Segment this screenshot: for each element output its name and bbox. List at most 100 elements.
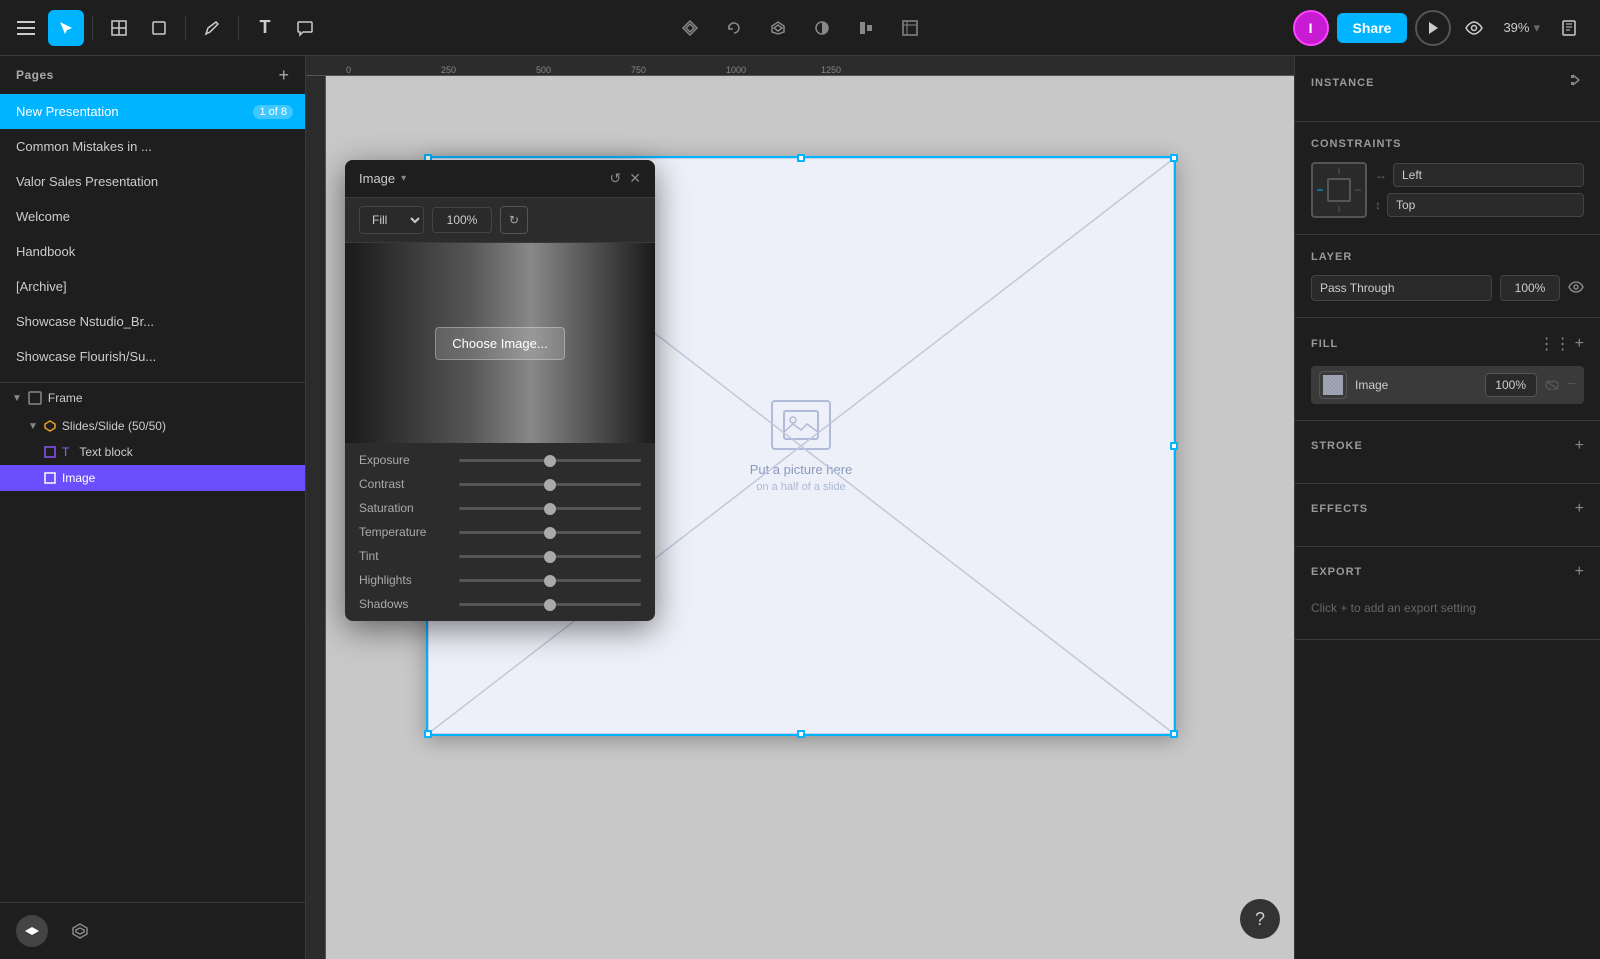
effects-add-button[interactable]: + [1575, 500, 1584, 518]
slider-tint-track[interactable] [459, 555, 641, 558]
slider-saturation-thumb[interactable] [544, 503, 556, 515]
image-popup: Image ▾ ↺ ✕ FillFitCropTile ↻ Choose Ima… [345, 160, 655, 621]
fill-delete-button[interactable]: − [1567, 376, 1576, 394]
shape-tool[interactable] [141, 10, 177, 46]
fill-actions: ⋮⋮ + [1539, 334, 1584, 354]
handle-top-mid[interactable] [797, 154, 805, 162]
popup-header-controls: ↺ ✕ [610, 170, 641, 187]
fill-grid-button[interactable]: ⋮⋮ [1539, 334, 1571, 354]
fill-add-button[interactable]: + [1575, 334, 1584, 354]
handle-bottom-left[interactable] [424, 730, 432, 738]
slider-contrast-thumb[interactable] [544, 479, 556, 491]
choose-image-button[interactable]: Choose Image... [435, 327, 564, 360]
zoom-control[interactable]: 39% ▾ [1497, 16, 1546, 40]
fill-type-label: Image [1355, 378, 1477, 392]
layer-image[interactable]: Image [0, 465, 305, 491]
fill-opacity-input[interactable] [1485, 373, 1537, 397]
constraint-h-select[interactable]: LeftRightCenterScaleStretch [1393, 163, 1584, 187]
popup-close-button[interactable]: ✕ [629, 170, 641, 187]
play-button[interactable] [1415, 10, 1451, 46]
popup-rotate-button[interactable]: ↻ [500, 206, 528, 234]
slider-shadows: Shadows [359, 597, 641, 611]
fill-row[interactable]: Image − [1311, 366, 1584, 404]
preview-button[interactable] [1459, 17, 1489, 39]
page-item-welcome[interactable]: Welcome [0, 199, 305, 234]
slider-saturation-track[interactable] [459, 507, 641, 510]
handle-right-mid[interactable] [1170, 442, 1178, 450]
text-tool[interactable]: T [247, 10, 283, 46]
handle-bottom-mid[interactable] [797, 730, 805, 738]
trim-tool[interactable] [892, 10, 928, 46]
page-item-new-presentation[interactable]: New Presentation 1 of 8 [0, 94, 305, 129]
layer-visibility-button[interactable] [1568, 280, 1584, 296]
popup-opacity-input[interactable] [432, 207, 492, 233]
component-tool[interactable] [672, 10, 708, 46]
left-sidebar: Pages + New Presentation 1 of 8 Common M… [0, 56, 306, 959]
page-item-archive[interactable]: [Archive] [0, 269, 305, 304]
layer-opacity-input[interactable] [1500, 275, 1560, 301]
page-item-valor[interactable]: Valor Sales Presentation [0, 164, 305, 199]
separator-2 [185, 16, 186, 40]
slider-tint-thumb[interactable] [544, 551, 556, 563]
stroke-add-button[interactable]: + [1575, 437, 1584, 455]
undo-tool[interactable] [716, 10, 752, 46]
layer-text-block[interactable]: T Text block [0, 439, 305, 465]
share-button[interactable]: Share [1337, 13, 1408, 43]
toolbar-left: T [0, 10, 331, 46]
fill-visibility-button[interactable] [1545, 377, 1559, 393]
right-panel: INSTANCE CONSTRAINTS ↔ LeftRightC [1294, 56, 1600, 959]
layer-frame[interactable]: ▼ Frame [0, 383, 305, 413]
popup-fill-select[interactable]: FillFitCropTile [359, 206, 424, 234]
page-item-showcase-nstudio[interactable]: Showcase Nstudio_Br... [0, 304, 305, 339]
instance-detach-button[interactable] [1568, 72, 1584, 93]
slider-highlights-track[interactable] [459, 579, 641, 582]
contrast-tool[interactable] [804, 10, 840, 46]
export-add-button[interactable]: + [1575, 563, 1584, 581]
fill-header: FILL ⋮⋮ + [1311, 334, 1584, 354]
slider-highlights: Highlights [359, 573, 641, 587]
slider-exposure-thumb[interactable] [544, 455, 556, 467]
align-tool[interactable] [848, 10, 884, 46]
fill-section: FILL ⋮⋮ + Image [1295, 318, 1600, 421]
slider-tint-label: Tint [359, 549, 449, 563]
popup-refresh-button[interactable]: ↺ [610, 170, 622, 187]
slider-temperature-thumb[interactable] [544, 527, 556, 539]
slider-shadows-label: Shadows [359, 597, 449, 611]
export-header: EXPORT + [1311, 563, 1584, 581]
layer-slide[interactable]: ▼ Slides/Slide (50/50) [0, 413, 305, 439]
instance-header: INSTANCE [1311, 72, 1584, 93]
slider-temperature-track[interactable] [459, 531, 641, 534]
slider-contrast-track[interactable] [459, 483, 641, 486]
fill-swatch-container[interactable] [1319, 371, 1347, 399]
hamburger-button[interactable] [8, 10, 44, 46]
frame-tool[interactable] [101, 10, 137, 46]
stroke-title: STROKE [1311, 440, 1363, 452]
slider-shadows-track[interactable] [459, 603, 641, 606]
select-tool[interactable] [48, 10, 84, 46]
assets-icon-button[interactable] [64, 915, 96, 947]
handle-top-right[interactable] [1170, 154, 1178, 162]
help-button[interactable]: ? [1240, 899, 1280, 939]
page-item-showcase-flourish[interactable]: Showcase Flourish/Su... [0, 339, 305, 374]
popup-image-dark: Choose Image... [345, 243, 655, 443]
export-title: EXPORT [1311, 566, 1362, 578]
handle-bottom-right[interactable] [1170, 730, 1178, 738]
slider-shadows-thumb[interactable] [544, 599, 556, 611]
layers-icon-button[interactable] [16, 915, 48, 947]
user-avatar[interactable]: I [1293, 10, 1329, 46]
stroke-section: STROKE + [1295, 421, 1600, 484]
page-item-handbook[interactable]: Handbook [0, 234, 305, 269]
pen-tool[interactable] [194, 10, 230, 46]
constraints-selects: ↔ LeftRightCenterScaleStretch ↕ TopBotto… [1375, 163, 1584, 217]
comment-tool[interactable] [287, 10, 323, 46]
constraint-v-select[interactable]: TopBottomCenterScaleStretch [1387, 193, 1584, 217]
add-page-button[interactable]: + [278, 66, 289, 84]
toolbar-center [672, 10, 928, 46]
flatten-tool[interactable] [760, 10, 796, 46]
page-item-common-mistakes[interactable]: Common Mistakes in ... [0, 129, 305, 164]
blend-mode-select[interactable]: Pass ThroughNormalDarkenMultiply [1311, 275, 1492, 301]
effects-title: EFFECTS [1311, 503, 1368, 515]
slider-highlights-thumb[interactable] [544, 575, 556, 587]
library-button[interactable] [1554, 15, 1584, 41]
slider-exposure-track[interactable] [459, 459, 641, 462]
